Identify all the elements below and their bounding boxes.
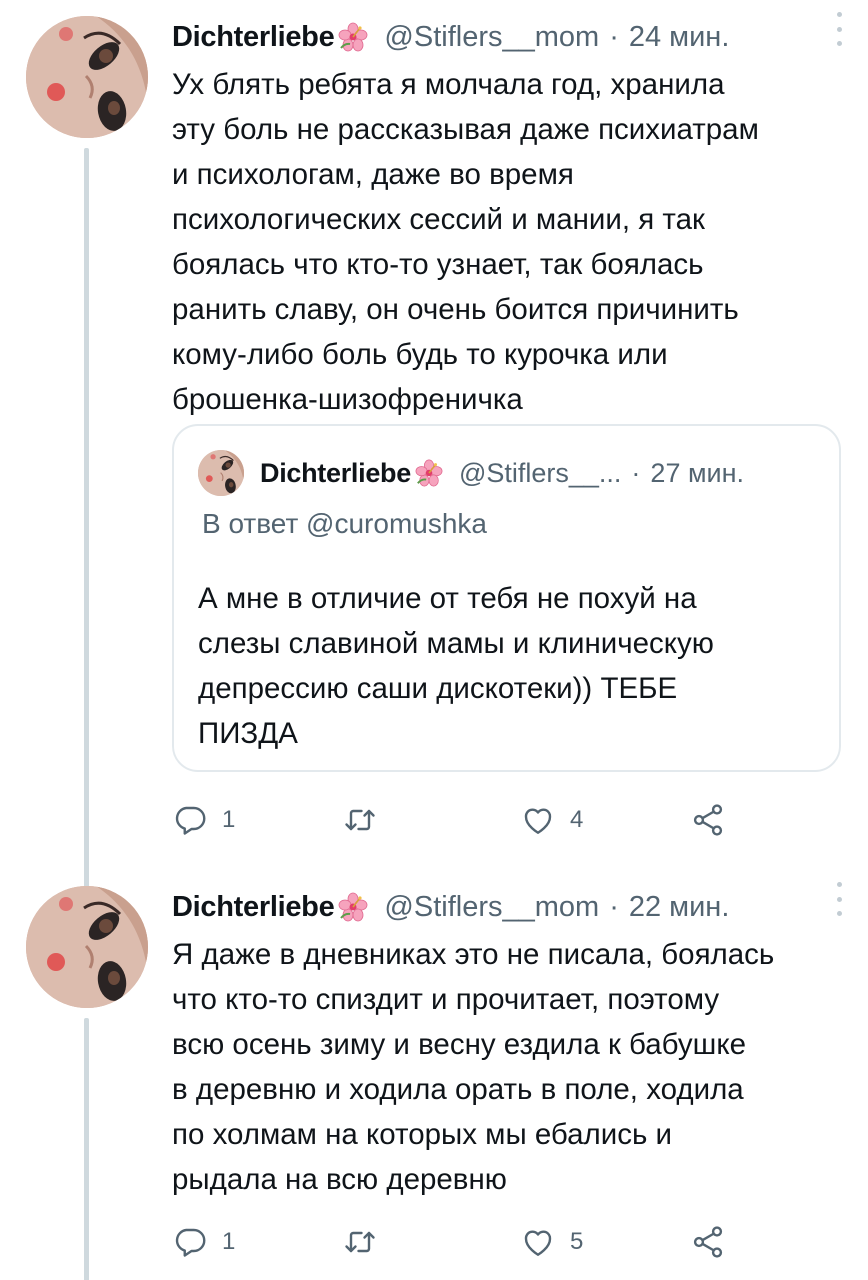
retweet-arrows-icon <box>345 1231 375 1253</box>
avatar[interactable] <box>26 886 148 1008</box>
share-button[interactable] <box>690 800 726 840</box>
reply-button[interactable]: 1 <box>172 800 235 840</box>
share-button[interactable] <box>690 1222 726 1262</box>
timestamp[interactable]: 22 мин. <box>629 886 730 928</box>
tweet[interactable]: Dichterliebe @Stiflers__mom · 24 мин. Ух… <box>0 0 868 890</box>
quoted-author-name: Dichterliebe <box>260 457 411 488</box>
separator-dot: · <box>609 21 619 53</box>
reply-count: 1 <box>222 806 236 833</box>
avatar-image <box>26 886 148 1008</box>
tweet-actions: 1 4 <box>172 800 732 840</box>
quoted-timestamp: 27 мин. <box>650 457 745 488</box>
like-count: 4 <box>570 806 584 833</box>
thread-connector-line <box>84 148 89 890</box>
tweet-header: Dichterliebe @Stiflers__mom · 24 мин. <box>172 16 842 58</box>
speech-bubble-icon <box>175 1228 206 1257</box>
reply-button[interactable]: 1 <box>172 1222 235 1262</box>
quoted-author-handle: @Stiflers__... <box>458 457 622 488</box>
reply-to-handle[interactable]: @curomushka <box>306 508 487 539</box>
avatar-image <box>26 16 148 138</box>
more-options-icon[interactable] <box>828 12 850 46</box>
tweet-actions: 1 5 <box>172 1222 732 1262</box>
speech-bubble-icon <box>175 806 206 835</box>
reply-context: В ответ @curomushka <box>202 508 487 540</box>
separator-dot: · <box>631 457 641 488</box>
retweet-button[interactable] <box>342 800 392 840</box>
author-handle[interactable]: @Stiflers__mom <box>384 16 599 58</box>
reply-prefix: В ответ <box>202 508 299 539</box>
timeline: Dichterliebe @Stiflers__mom · 24 мин. Ух… <box>0 0 868 1280</box>
more-options-icon[interactable] <box>828 882 850 916</box>
author-handle[interactable]: @Stiflers__mom <box>384 886 599 928</box>
heart-outline-icon <box>524 808 552 834</box>
like-count: 5 <box>570 1228 584 1255</box>
separator-dot: · <box>609 891 619 923</box>
quoted-tweet-header: Dichterliebe @Stiflers__... · 27 мин. <box>198 450 819 496</box>
tweet-header: Dichterliebe @Stiflers__mom · 22 мин. <box>172 886 842 928</box>
retweet-button[interactable] <box>342 1222 392 1262</box>
quoted-avatar-image <box>198 450 244 496</box>
like-button[interactable]: 5 <box>520 1222 583 1262</box>
share-nodes-icon <box>693 1226 723 1258</box>
hibiscus-flower-icon <box>338 892 368 922</box>
avatar[interactable] <box>26 16 148 138</box>
heart-outline-icon <box>524 1230 552 1256</box>
quoted-tweet-text: А мне в отличие от тебя не похуй на слез… <box>198 582 714 750</box>
tweet-text: Ух блять ребята я молчала год, хранила э… <box>172 68 759 416</box>
tweet[interactable]: Dichterliebe @Stiflers__mom · 22 мин. Я … <box>0 870 868 1280</box>
quoted-tweet[interactable]: Dichterliebe @Stiflers__... · 27 мин. В … <box>172 424 841 772</box>
hibiscus-flower-icon <box>415 459 443 487</box>
hibiscus-flower-icon <box>338 22 368 52</box>
timestamp[interactable]: 24 мин. <box>629 16 730 58</box>
share-nodes-icon <box>693 804 723 836</box>
retweet-arrows-icon <box>345 809 375 831</box>
tweet-text: Я даже в дневниках это не писала, боялас… <box>172 938 775 1196</box>
quoted-avatar <box>198 450 244 496</box>
reply-count: 1 <box>222 1228 236 1255</box>
author-name[interactable]: Dichterliebe <box>172 16 335 58</box>
thread-connector-line <box>84 1018 89 1280</box>
like-button[interactable]: 4 <box>520 800 583 840</box>
author-name[interactable]: Dichterliebe <box>172 886 335 928</box>
